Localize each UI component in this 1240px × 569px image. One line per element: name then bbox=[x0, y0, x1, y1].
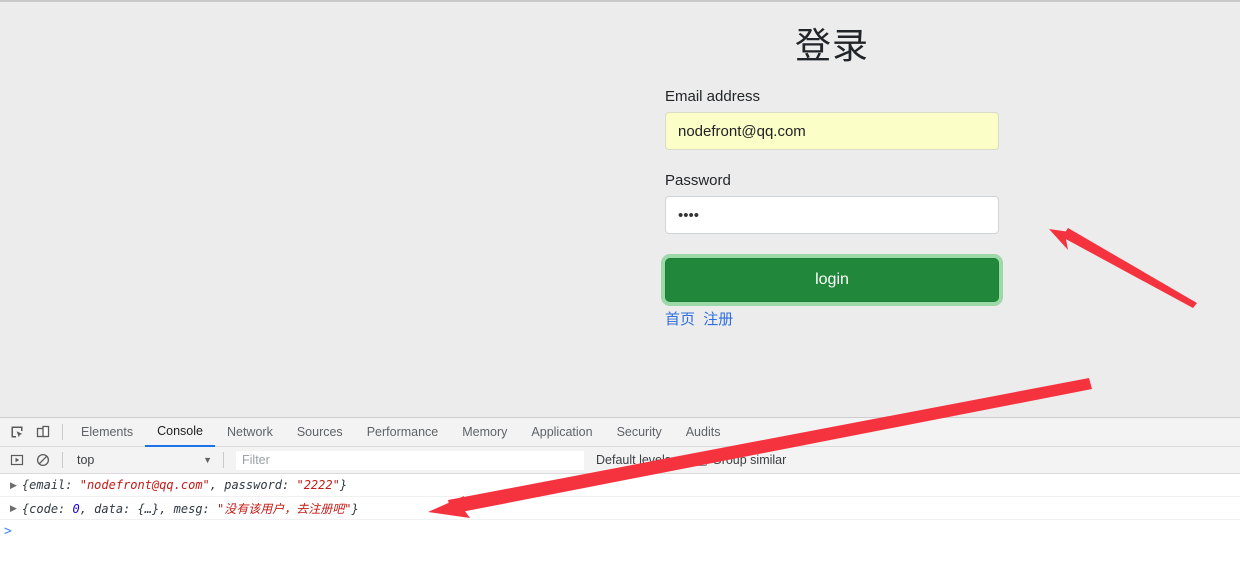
console-message-row[interactable]: ▶ {code: 0, data: {…}, mesg: "没有该用户，去注册吧… bbox=[0, 497, 1240, 520]
console-filter-input[interactable] bbox=[236, 450, 584, 470]
tab-application[interactable]: Application bbox=[519, 418, 604, 447]
page-title: 登录 bbox=[794, 25, 869, 66]
toolbar-divider bbox=[62, 424, 63, 440]
filterbar-divider-2 bbox=[223, 452, 224, 468]
home-link[interactable]: 首页 bbox=[665, 311, 695, 328]
form-links: 首页 注册 bbox=[665, 310, 999, 330]
login-button[interactable]: login bbox=[665, 258, 999, 302]
chevron-down-icon: ▼ bbox=[203, 455, 212, 465]
email-label: Email address bbox=[665, 88, 761, 105]
prompt-caret-icon: > bbox=[4, 523, 12, 539]
form-spacer bbox=[665, 150, 999, 172]
login-form: 登录 Email address Password login 首页 注册 bbox=[665, 24, 999, 330]
password-input[interactable] bbox=[665, 196, 999, 234]
devtools-panel: Elements Console Network Sources Perform… bbox=[0, 417, 1240, 569]
chevron-down-icon: ▼ bbox=[675, 455, 683, 465]
execution-context-selector[interactable]: top ▼ bbox=[69, 450, 217, 470]
devtools-tabs: Elements Console Network Sources Perform… bbox=[69, 418, 732, 447]
clear-console-icon[interactable] bbox=[30, 447, 56, 473]
log-token-string: "2222" bbox=[296, 478, 340, 492]
log-token: } bbox=[351, 501, 359, 516]
log-token: {code: bbox=[21, 501, 73, 516]
log-token: } bbox=[339, 478, 348, 492]
console-prompt[interactable]: > bbox=[0, 520, 1240, 542]
log-token-string: "nodefront@qq.com" bbox=[79, 478, 210, 492]
log-levels-selector[interactable]: Default levels ▼ bbox=[596, 453, 683, 467]
console-message-text: {code: 0, data: {…}, mesg: "没有该用户，去注册吧"} bbox=[22, 500, 359, 517]
tab-memory[interactable]: Memory bbox=[450, 418, 519, 447]
tab-network[interactable]: Network bbox=[215, 418, 285, 447]
expand-triangle-icon[interactable]: ▶ bbox=[10, 503, 17, 514]
device-toolbar-icon[interactable] bbox=[30, 419, 56, 445]
log-token: {email: bbox=[21, 478, 80, 492]
console-message-row[interactable]: ▶ {email: "nodefront@qq.com", password: … bbox=[0, 474, 1240, 497]
group-similar-checkbox[interactable] bbox=[694, 454, 707, 466]
log-token-number: 0 bbox=[72, 501, 80, 516]
group-similar-label: Group similar bbox=[711, 453, 787, 467]
password-label: Password bbox=[665, 172, 731, 189]
devtools-tabbar: Elements Console Network Sources Perform… bbox=[0, 418, 1240, 447]
log-token: , password: bbox=[209, 478, 297, 492]
expand-triangle-icon[interactable]: ▶ bbox=[10, 480, 17, 491]
console-message-list: ▶ {email: "nodefront@qq.com", password: … bbox=[0, 474, 1240, 542]
tab-performance[interactable]: Performance bbox=[355, 418, 451, 447]
log-levels-label: Default levels bbox=[596, 453, 672, 467]
log-token-string: "没有该用户，去注册吧" bbox=[217, 501, 352, 516]
screenshot-root: 登录 Email address Password login 首页 注册 bbox=[0, 0, 1240, 569]
execution-context-icon[interactable] bbox=[4, 447, 30, 473]
tab-security[interactable]: Security bbox=[605, 418, 674, 447]
filterbar-divider-1 bbox=[62, 452, 63, 468]
tab-audits[interactable]: Audits bbox=[674, 418, 733, 447]
tab-sources[interactable]: Sources bbox=[285, 418, 355, 447]
tab-console[interactable]: Console bbox=[145, 418, 215, 447]
tab-elements[interactable]: Elements bbox=[69, 418, 145, 447]
browser-page-content: 登录 Email address Password login 首页 注册 bbox=[0, 0, 1240, 417]
log-token: , data: {…}, mesg: bbox=[79, 501, 218, 516]
execution-context-value: top bbox=[77, 453, 95, 467]
email-input[interactable] bbox=[665, 112, 999, 150]
register-link[interactable]: 注册 bbox=[703, 311, 733, 328]
inspect-element-icon[interactable] bbox=[4, 419, 30, 445]
group-similar-toggle[interactable]: Group similar bbox=[694, 453, 787, 467]
console-filter-bar: top ▼ Default levels ▼ Group similar bbox=[0, 447, 1240, 474]
console-message-text: {email: "nodefront@qq.com", password: "2… bbox=[22, 478, 347, 492]
